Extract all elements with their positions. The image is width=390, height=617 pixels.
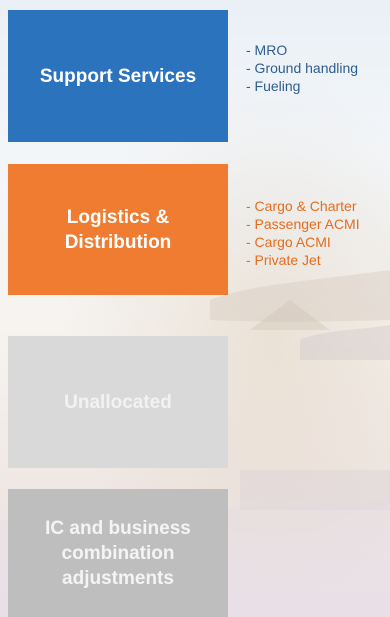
- ic-label-line-3: adjustments: [62, 567, 174, 589]
- support-services-list: - MRO - Ground handling - Fueling: [246, 41, 358, 95]
- list-item: - Private Jet: [246, 252, 321, 268]
- logistics-label-line-1: Logistics &: [66, 206, 170, 228]
- logistics-distribution-list: - Cargo & Charter - Passenger ACMI - Car…: [246, 197, 360, 269]
- list-item: - Cargo ACMI: [246, 234, 331, 250]
- ic-label-line-2: combination: [61, 542, 175, 564]
- unallocated-label: Unallocated: [64, 391, 172, 413]
- unallocated-box: Unallocated: [8, 336, 228, 468]
- logistics-label-line-2: Distribution: [64, 231, 172, 253]
- support-services-label: Support Services: [39, 65, 197, 87]
- list-item: - Passenger ACMI: [246, 216, 360, 232]
- logistics-distribution-box: Logistics & Distribution: [8, 164, 228, 295]
- list-item: - MRO: [246, 42, 288, 58]
- ic-adjustments-box: IC and business combination adjustments: [8, 489, 228, 617]
- list-item: - Ground handling: [246, 60, 359, 76]
- list-item: - Fueling: [246, 78, 301, 94]
- ic-label-line-1: IC and business: [45, 517, 191, 539]
- list-item: - Cargo & Charter: [246, 198, 357, 214]
- support-services-box: Support Services: [8, 10, 228, 142]
